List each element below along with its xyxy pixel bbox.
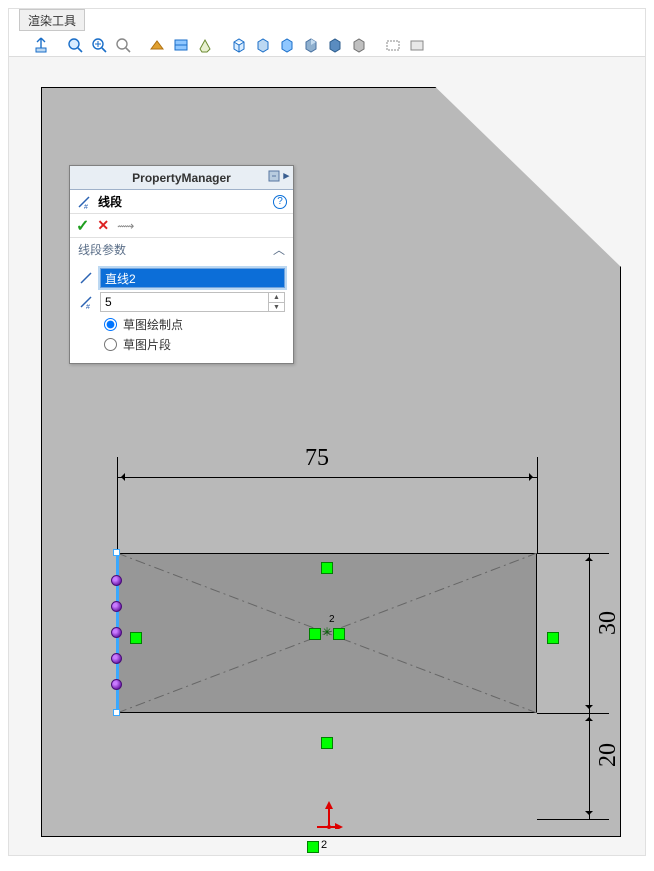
cube-shaded-icon[interactable] [277, 35, 297, 55]
prev-view-icon[interactable] [113, 35, 133, 55]
radio-sketch-segments[interactable] [104, 338, 117, 351]
view-toolbar [9, 33, 645, 57]
pm-pushpin-icon[interactable] [267, 169, 281, 186]
pm-section-header[interactable]: 线段参数 ︿ [70, 238, 293, 260]
pin-button[interactable]: ⟿ [117, 219, 134, 233]
section-view-icon[interactable] [147, 35, 167, 55]
ok-button[interactable]: ✓ [76, 216, 89, 236]
svg-text:#: # [84, 204, 88, 209]
svg-text:#: # [86, 304, 90, 309]
section-view2-icon[interactable] [171, 35, 191, 55]
selected-entity-field[interactable]: 直线2 [100, 268, 285, 288]
sketch-point[interactable] [111, 601, 122, 612]
pm-feature-row: # 线段 ? [70, 190, 293, 214]
display-style-icon[interactable] [195, 35, 215, 55]
origin-relation-icon[interactable] [307, 841, 319, 853]
pm-feature-name: 线段 [98, 193, 122, 210]
sketch-point[interactable] [111, 679, 122, 690]
segment-icon: # [76, 194, 92, 210]
spin-up[interactable]: ▲ [268, 293, 284, 302]
sketch-point[interactable] [111, 627, 122, 638]
hide-show-icon[interactable] [383, 35, 403, 55]
cube-wire-icon[interactable] [229, 35, 249, 55]
orientation-icon[interactable] [31, 35, 51, 55]
cancel-button[interactable]: ✕ [97, 217, 109, 234]
radio-sketch-points-label: 草图绘制点 [123, 316, 183, 333]
center-relations[interactable]: ✳ 2 [309, 624, 345, 644]
viewport[interactable]: PropertyManager ▸ # 线段 ? ✓ ✕ ⟿ 线段参数 ︿ [9, 57, 645, 855]
cube-hidden-icon[interactable] [253, 35, 273, 55]
property-manager-panel: PropertyManager ▸ # 线段 ? ✓ ✕ ⟿ 线段参数 ︿ [69, 165, 294, 364]
count-spinner[interactable]: ▲ ▼ [100, 292, 285, 312]
sketch-point[interactable] [111, 575, 122, 586]
count-input[interactable] [101, 295, 268, 309]
tab-render-tools[interactable]: 渲染工具 [19, 9, 85, 31]
chevron-up-icon: ︿ [273, 241, 285, 258]
count-icon: # [78, 294, 94, 310]
help-icon[interactable]: ? [273, 195, 287, 209]
origin-label: 2 [321, 839, 327, 851]
dim-20[interactable]: 20 [595, 743, 622, 767]
scene-icon[interactable] [407, 35, 427, 55]
line-select-icon [78, 270, 94, 286]
dim-75[interactable]: 75 [305, 445, 329, 472]
pm-expand-icon[interactable]: ▸ [283, 169, 289, 186]
radio-sketch-points[interactable] [104, 318, 117, 331]
dim-30[interactable]: 30 [595, 611, 622, 635]
radio-sketch-segments-label: 草图片段 [123, 336, 171, 353]
display-style2-icon[interactable] [301, 35, 321, 55]
vertical-relation-icon[interactable] [547, 632, 559, 644]
vertical-relation-icon[interactable] [130, 632, 142, 644]
origin-icon[interactable] [315, 801, 343, 829]
horizontal-relation-icon[interactable] [321, 562, 333, 574]
app-frame: 渲染工具 PropertyManager ▸ [8, 8, 646, 856]
display-style4-icon[interactable] [349, 35, 369, 55]
horizontal-relation-icon[interactable] [321, 737, 333, 749]
display-style3-icon[interactable] [325, 35, 345, 55]
endpoint-handle[interactable] [113, 709, 120, 716]
pm-titlebar: PropertyManager ▸ [70, 166, 293, 190]
endpoint-handle[interactable] [113, 549, 120, 556]
sketch-point[interactable] [111, 653, 122, 664]
zoom-fit-icon[interactable] [65, 35, 85, 55]
sketch-area: 75 30 20 [97, 487, 621, 853]
spin-down[interactable]: ▼ [268, 302, 284, 311]
pm-title: PropertyManager [132, 171, 231, 185]
zoom-area-icon[interactable] [89, 35, 109, 55]
